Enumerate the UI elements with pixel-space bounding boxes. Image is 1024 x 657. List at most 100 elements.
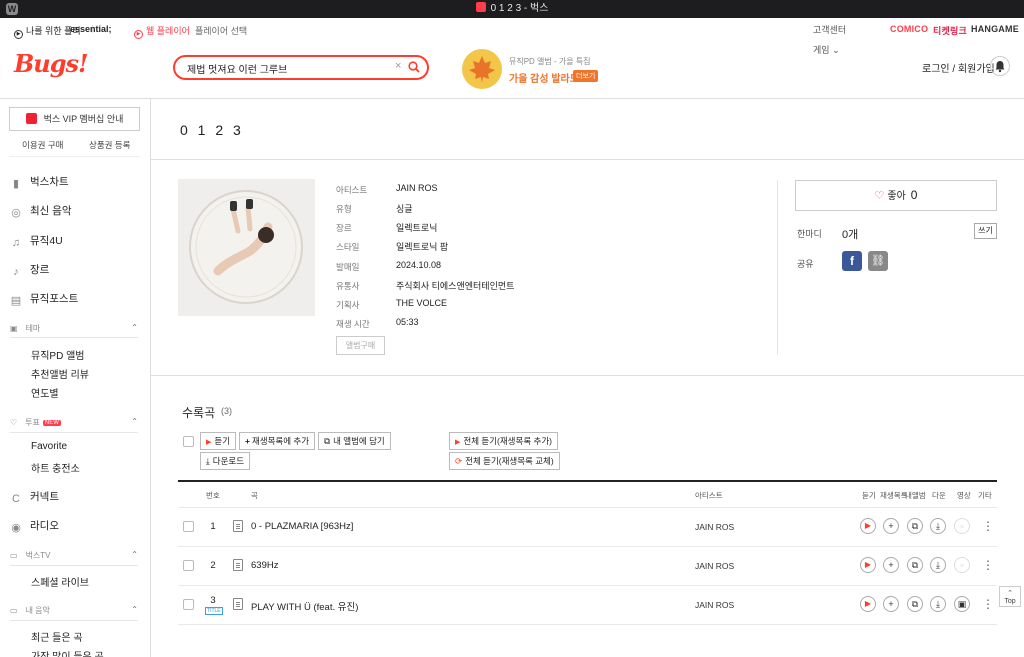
play-icon[interactable]: ▶: [860, 596, 876, 612]
info-genre[interactable]: 일렉트로닉: [396, 221, 437, 234]
add-album-icon[interactable]: ⧉: [907, 557, 923, 573]
row-checkbox[interactable]: [183, 599, 194, 610]
play-selected-button[interactable]: ▶ 듣기: [200, 432, 237, 450]
select-all-checkbox[interactable]: [183, 436, 194, 447]
chevron-down-icon: ⌄: [832, 45, 840, 55]
promo-more-badge[interactable]: 더보기: [573, 70, 599, 82]
vip-membership-button[interactable]: 벅스 VIP 멤버십 안내: [9, 107, 140, 131]
sidebar-item-heart-charge[interactable]: 하트 충전소: [31, 460, 80, 475]
more-options-icon[interactable]: ⋮: [982, 520, 994, 532]
sidebar-item-new-music[interactable]: ◎ 최신 음악: [10, 203, 71, 219]
notification-bell-icon[interactable]: [990, 56, 1010, 76]
comico-link[interactable]: COMICO: [890, 24, 928, 34]
download-icon[interactable]: ⤓: [930, 518, 946, 534]
sidebar-item-by-year[interactable]: 연도별: [31, 385, 59, 400]
row-checkbox[interactable]: [183, 560, 194, 571]
more-options-icon[interactable]: ⋮: [982, 559, 994, 571]
promo-maple-leaf-image[interactable]: [462, 49, 502, 89]
player-select-link[interactable]: 플레이어 선택: [195, 24, 247, 37]
copy-link-icon[interactable]: ⛓: [868, 251, 888, 271]
track-title[interactable]: 639Hz: [251, 560, 278, 571]
add-to-playlist-button[interactable]: + 재생목록에 추가: [239, 432, 316, 450]
lyrics-icon[interactable]: [233, 520, 243, 532]
bugs-logo[interactable]: Bugs!: [14, 49, 89, 78]
sidebar-item-radio[interactable]: ◉ 라디오: [10, 518, 59, 534]
buy-pass-link[interactable]: 이용권 구매: [22, 139, 63, 151]
scroll-top-button[interactable]: ⌃ Top: [999, 586, 1021, 607]
sidebar-section-theme[interactable]: ▣ 테마 ⌃: [10, 323, 138, 334]
info-label: 스타일: [336, 242, 360, 252]
sidebar-item-album-review[interactable]: 추천앨범 리뷰: [31, 366, 89, 381]
info-style[interactable]: 일렉트로닉 팝: [396, 240, 448, 253]
add-playlist-icon[interactable]: +: [883, 518, 899, 534]
track-artist[interactable]: JAIN ROS: [695, 522, 734, 532]
ticketlink-link[interactable]: 티켓링크: [933, 24, 967, 37]
global-nav: ▶ 나를 위한 플리 essential; ▶ 웹 플레이어 플레이어 선택 COM…: [0, 18, 1024, 39]
web-player-link[interactable]: ▶ 웹 플레이어: [134, 24, 190, 39]
download-icon[interactable]: ⤓: [930, 596, 946, 612]
heart-icon: ♡: [10, 418, 18, 427]
sidebar-item-music4u[interactable]: ♫ 뮤직4U: [10, 233, 63, 249]
play-all-replace-button[interactable]: ⟳ 전체 듣기(재생목록 교체): [449, 452, 560, 470]
sidebar-item-genre[interactable]: ♪ 장르: [10, 262, 49, 278]
chevron-up-icon[interactable]: ⌃: [131, 417, 138, 426]
divider: [9, 156, 140, 157]
essential-link[interactable]: essential;: [70, 24, 112, 34]
clear-search-icon[interactable]: ×: [395, 60, 401, 72]
sidebar-item-favorite[interactable]: Favorite: [31, 441, 67, 452]
sidebar-item-recent[interactable]: 최근 들은 곡: [31, 629, 83, 644]
download-icon[interactable]: ⤓: [930, 557, 946, 573]
sidebar-item-special-live[interactable]: 스페셜 라이브: [31, 574, 89, 589]
add-playlist-icon[interactable]: +: [883, 596, 899, 612]
info-artist[interactable]: JAIN ROS: [396, 183, 438, 193]
sidebar-section-my-music[interactable]: ▭ 내 음악 ⌃: [10, 605, 138, 616]
row-checkbox[interactable]: [183, 521, 194, 532]
facebook-share-icon[interactable]: f: [842, 251, 862, 271]
sidebar-item-connect[interactable]: C 커넥트: [10, 489, 59, 505]
chart-icon: ▮: [12, 178, 20, 190]
sidebar-section-bugstv[interactable]: ▭ 벅스TV ⌃: [10, 550, 138, 561]
col-header-listen: 듣기: [862, 491, 876, 500]
sidebar-item-musicpd-album[interactable]: 뮤직PD 앨범: [31, 347, 84, 362]
track-artist[interactable]: JAIN ROS: [695, 600, 734, 610]
add-album-icon[interactable]: ⧉: [907, 596, 923, 612]
add-album-icon[interactable]: ⧉: [907, 518, 923, 534]
review-label: 한마디: [797, 229, 822, 239]
track-artist[interactable]: JAIN ROS: [695, 561, 734, 571]
track-title[interactable]: 0 - PLAZMARIA [963Hz]: [251, 521, 353, 532]
search-input[interactable]: 제법 멋져요 이런 그루브: [187, 61, 287, 76]
download-button[interactable]: ⤓ 다운로드: [200, 452, 251, 470]
customer-center-link[interactable]: 고객센터: [813, 23, 846, 36]
col-header-video: 영상: [957, 491, 971, 500]
lyrics-icon[interactable]: [233, 598, 243, 610]
sidebar-item-most-played[interactable]: 가장 많이 들은 곡: [31, 648, 104, 657]
sidebar-item-chart[interactable]: ▮ 벅스차트: [10, 174, 69, 190]
chevron-up-icon[interactable]: ⌃: [131, 550, 138, 559]
search-box[interactable]: 제법 멋져요 이런 그루브 ×: [173, 55, 429, 80]
play-icon[interactable]: ▶: [860, 557, 876, 573]
play-all-add-button[interactable]: ▶ 전체 듣기(재생목록 추가): [449, 432, 558, 450]
write-review-button[interactable]: 쓰기: [974, 223, 997, 239]
video-icon[interactable]: ▣: [954, 596, 970, 612]
chevron-up-icon[interactable]: ⌃: [131, 605, 138, 614]
more-options-icon[interactable]: ⋮: [982, 598, 994, 610]
games-menu[interactable]: 게임 ⌄: [813, 43, 840, 56]
search-icon[interactable]: [408, 61, 420, 73]
add-to-my-album-button[interactable]: ⧉ 내 앨범에 담기: [318, 432, 391, 450]
sidebar-section-vote[interactable]: ♡ 투표 NEW ⌃: [10, 417, 138, 428]
track-title[interactable]: PLAY WITH Ü (feat. 유진): [251, 599, 358, 613]
login-signup-link[interactable]: 로그인 / 회원가입: [922, 60, 995, 75]
play-icon[interactable]: ▶: [860, 518, 876, 534]
promo-title[interactable]: 가을 감성 발라드: [509, 70, 579, 85]
album-cover-image[interactable]: [178, 179, 315, 316]
register-voucher-link[interactable]: 상품권 등록: [89, 139, 130, 151]
divider: [777, 180, 778, 355]
chevron-up-icon[interactable]: ⌃: [131, 323, 138, 332]
add-playlist-icon[interactable]: +: [883, 557, 899, 573]
sidebar-item-music-post[interactable]: ▤ 뮤직포스트: [10, 291, 79, 307]
hangame-link[interactable]: HANGAME: [971, 24, 1019, 34]
window-titlebar: W 0 1 2 3 - 벅스: [0, 0, 1024, 18]
lyrics-icon[interactable]: [233, 559, 243, 571]
like-button[interactable]: ♡ 좋아 0: [795, 180, 997, 211]
buy-album-button[interactable]: 앨범구매: [336, 336, 385, 355]
